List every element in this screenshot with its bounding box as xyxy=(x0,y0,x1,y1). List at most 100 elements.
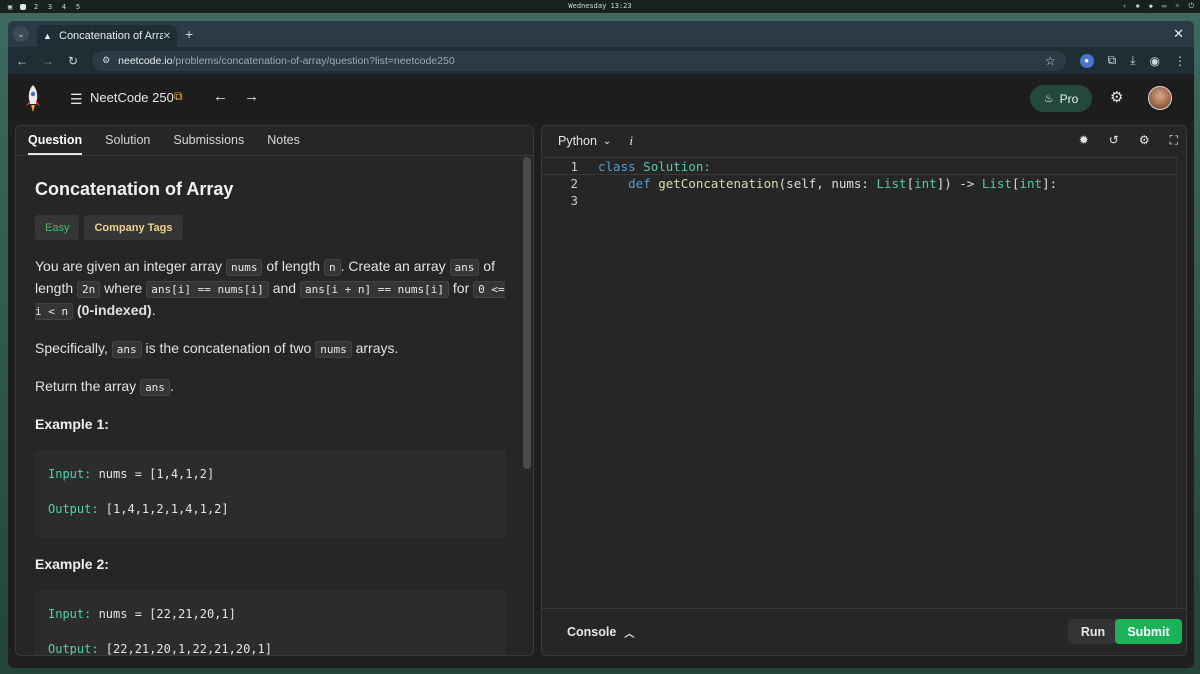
input-label: Input: xyxy=(48,467,92,481)
inline-code: ans xyxy=(449,259,480,276)
external-link-icon[interactable]: ⧉ xyxy=(174,89,183,104)
power-icon[interactable]: ⏻ xyxy=(1188,2,1194,11)
neetcode-rocket-logo-icon[interactable] xyxy=(22,84,44,114)
code-editor[interactable]: 1 class Solution: 2 def getConcatenation… xyxy=(542,157,1176,609)
description-scrollbar[interactable] xyxy=(523,157,531,469)
editor-scrollbar[interactable] xyxy=(1176,157,1186,609)
list-icon[interactable]: ☰ xyxy=(70,91,83,108)
download-icon[interactable]: ⤓ xyxy=(1130,53,1135,68)
tab-solution[interactable]: Solution xyxy=(105,133,150,155)
submit-button[interactable]: Submit xyxy=(1115,619,1182,644)
site-info-icon[interactable]: ⚙ xyxy=(102,55,110,66)
browser-window: ⌄ ▲ Concatenation of Array ✕ + ✕ ← → ↻ ⚙… xyxy=(8,21,1194,668)
type: int xyxy=(1019,175,1043,191)
console-toggle[interactable]: Console ︿ xyxy=(567,625,634,640)
settings-gear-icon[interactable]: ⚙ xyxy=(1110,88,1123,106)
output-label: Output: xyxy=(48,642,99,656)
avatar[interactable] xyxy=(1148,86,1172,110)
inline-code: ans xyxy=(111,341,142,358)
clock[interactable]: Wednesday 13:23 xyxy=(0,2,1200,10)
line-number: 3 xyxy=(570,193,578,208)
problem-list-name[interactable]: NeetCode 250 xyxy=(90,90,174,105)
inline-code: ans[i] == nums[i] xyxy=(146,281,269,298)
chevron-left-icon[interactable]: ‹ xyxy=(1122,2,1126,11)
tab-notes[interactable]: Notes xyxy=(267,133,300,155)
bold-text: (0-indexed) xyxy=(77,302,152,318)
next-problem-arrow-icon[interactable]: → xyxy=(244,88,259,105)
url-host: neetcode.io xyxy=(118,54,173,67)
example-output-line: Output: [22,21,20,1,22,21,20,1] xyxy=(48,639,493,656)
example-2-heading: Example 2: xyxy=(35,556,109,572)
type: int xyxy=(914,175,937,191)
text: is the concatenation of two xyxy=(141,340,316,356)
os-top-bar: ▣ 2 3 4 5 Wednesday 13:23 ‹ ✱ ◆ ▭ ☼ ⏻ xyxy=(0,0,1200,13)
new-tab-icon[interactable]: + xyxy=(185,26,193,42)
problem-tabs: Question Solution Submissions Notes xyxy=(16,126,533,156)
company-tags-button[interactable]: Company Tags xyxy=(84,215,183,240)
brightness-icon[interactable]: ☼ xyxy=(1175,2,1179,11)
punctuation: [ xyxy=(906,175,915,191)
chevron-up-icon: ︿ xyxy=(624,628,635,640)
tab-strip: ⌄ ▲ Concatenation of Array ✕ + ✕ xyxy=(8,21,1194,47)
input-value: nums = [22,21,20,1] xyxy=(91,607,236,621)
punctuation: ]: xyxy=(1042,175,1058,191)
url-field[interactable]: ⚙ neetcode.io/problems/concatenation-of-… xyxy=(92,50,1066,71)
example-input-line: Input: nums = [22,21,20,1] xyxy=(48,604,493,625)
wifi-icon[interactable]: ◆ xyxy=(1149,2,1153,11)
output-label: Output: xyxy=(48,502,99,516)
text: . xyxy=(151,302,156,318)
bluetooth-icon[interactable]: ✱ xyxy=(1136,2,1140,11)
keyword: def xyxy=(628,175,651,191)
input-label: Input: xyxy=(48,607,92,621)
extensions-puzzle-icon[interactable]: ⧉ xyxy=(1108,53,1117,68)
password-manager-icon[interactable]: ● xyxy=(1079,53,1094,68)
inline-code: ans[i + n] == nums[i] xyxy=(299,281,450,298)
battery-icon[interactable]: ▭ xyxy=(1162,2,1166,11)
input-value: nums = [1,4,1,2] xyxy=(91,467,215,481)
inline-code: ans xyxy=(140,379,170,396)
address-bar-row: ← → ↻ ⚙ neetcode.io/problems/concatenati… xyxy=(8,47,1194,74)
forward-icon[interactable]: → xyxy=(42,54,54,68)
console-label: Console xyxy=(567,625,617,639)
text: arrays. xyxy=(351,340,399,356)
bug-icon[interactable]: ✹ xyxy=(1079,133,1089,148)
text: Specifically, xyxy=(35,340,112,356)
run-button[interactable]: Run xyxy=(1068,619,1118,644)
browser-tab[interactable]: ▲ Concatenation of Array ✕ xyxy=(37,25,177,47)
inline-code: nums xyxy=(315,341,352,358)
punctuation: ]) -> xyxy=(936,175,982,191)
reset-icon[interactable]: ↺ xyxy=(1109,133,1119,148)
output-value: [1,4,1,2,1,4,1,2] xyxy=(98,502,229,516)
problem-paragraph-1: You are given an integer array nums of l… xyxy=(35,256,506,322)
example-input-line: Input: nums = [1,4,1,2] xyxy=(48,464,493,485)
kebab-menu-icon[interactable]: ⋮ xyxy=(1174,54,1186,68)
reload-icon[interactable]: ↻ xyxy=(68,54,78,68)
inline-code: 2n xyxy=(77,281,101,298)
extensions-area: ● ⧉ ⤓ ◉ ⋮ xyxy=(1079,53,1186,68)
bookmark-star-icon[interactable]: ☆ xyxy=(1045,54,1056,68)
info-icon[interactable]: i xyxy=(629,133,633,149)
tab-question[interactable]: Question xyxy=(28,133,83,155)
system-tray: ‹ ✱ ◆ ▭ ☼ ⏻ xyxy=(1122,2,1194,11)
text: . xyxy=(169,378,174,394)
close-window-icon[interactable]: ✕ xyxy=(1173,26,1184,42)
example-1-heading: Example 1: xyxy=(35,416,109,432)
close-tab-icon[interactable]: ✕ xyxy=(163,31,171,42)
back-icon[interactable]: ← xyxy=(16,54,28,68)
text: . Create an array xyxy=(340,258,450,274)
language-label: Python xyxy=(558,134,597,148)
editor-settings-icon[interactable]: ⚙ xyxy=(1139,133,1150,148)
previous-problem-arrow-icon[interactable]: ← xyxy=(213,88,228,105)
language-selector[interactable]: Python ⌄ xyxy=(558,134,611,148)
fullscreen-icon[interactable]: ⛶ xyxy=(1170,133,1178,148)
example-2-block: Input: nums = [22,21,20,1] Output: [22,2… xyxy=(35,590,506,656)
pro-button[interactable]: ♨ Pro xyxy=(1030,85,1092,112)
profile-icon[interactable]: ◉ xyxy=(1150,54,1160,68)
keyword: class xyxy=(598,159,636,174)
text: You are given an integer array xyxy=(35,258,226,274)
text: and xyxy=(268,280,300,296)
tab-search-icon[interactable]: ⌄ xyxy=(13,26,29,42)
code-line: 3 xyxy=(542,192,1176,210)
tab-submissions[interactable]: Submissions xyxy=(173,133,244,155)
